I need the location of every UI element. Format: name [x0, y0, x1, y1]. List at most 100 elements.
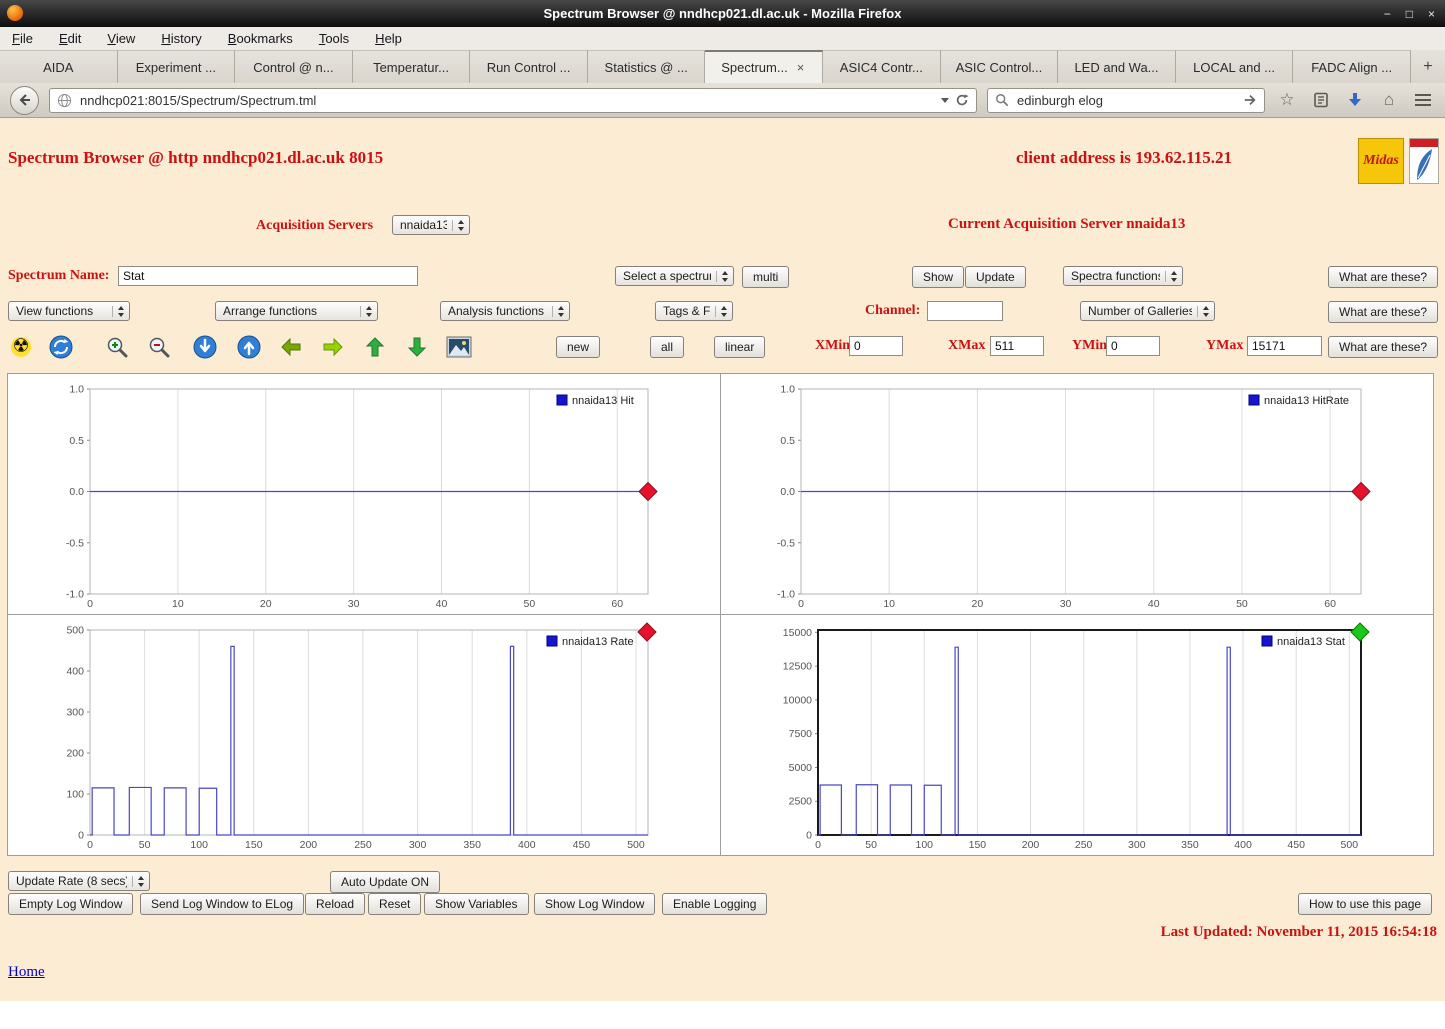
move-left-icon[interactable] [278, 334, 304, 360]
move-down-icon[interactable] [404, 334, 430, 360]
send-log-window-button[interactable]: Send Log Window to ELog [140, 893, 305, 915]
client-address: client address is 193.62.115.21 [1016, 148, 1232, 167]
what-are-these-button-2[interactable]: What are these? [1328, 301, 1439, 323]
arrange-functions-select[interactable]: Arrange functions [215, 301, 378, 321]
tcl-feather-icon [1417, 149, 1432, 180]
minimize-button[interactable]: − [1384, 7, 1391, 21]
url-bar[interactable] [49, 87, 977, 113]
hitrate-chart: 0 10 20 30 40 50 60 1.0 0.5 0.0 -0.5 -1.0 nnaida13 H… [777, 384, 1371, 610]
xmin-input[interactable] [849, 336, 903, 356]
menu-history[interactable]: History [161, 31, 201, 46]
scroll-up-icon[interactable] [236, 334, 262, 360]
bookmarks-icon[interactable] [1309, 88, 1333, 112]
ymax-label: YMax [1206, 338, 1244, 353]
tab-temperature[interactable]: Temperatur... [352, 50, 471, 83]
home-icon[interactable]: ⌂ [1377, 88, 1401, 112]
url-dropdown-icon[interactable] [941, 97, 949, 103]
tab-asic4[interactable]: ASIC4 Contr... [823, 50, 941, 83]
back-button[interactable] [10, 85, 39, 115]
tab-local[interactable]: LOCAL and ... [1175, 50, 1294, 83]
search-bar[interactable] [987, 87, 1265, 113]
tab-control[interactable]: Control @ n... [235, 50, 353, 83]
what-are-these-button-1[interactable]: What are these? [1328, 266, 1439, 288]
update-button[interactable]: Update [965, 266, 1026, 288]
ymin-input[interactable] [1106, 336, 1160, 356]
snapshot-icon[interactable] [446, 334, 472, 360]
tab-spectrum-active[interactable]: Spectrum... × [705, 50, 824, 83]
move-right-icon[interactable] [320, 334, 346, 360]
chart-panel-stat[interactable]: 0 50 100 150 200 250 300 350 400 450 500 0 2500 5000 7… [720, 614, 1434, 856]
acquisition-server-select[interactable]: nnaida13 [392, 215, 470, 235]
chart-panel-rate[interactable]: 0 50 100 150 200 250 300 350 400 450 500 0 100 200 300… [7, 614, 721, 856]
what-are-these-button-3[interactable]: What are these? [1328, 336, 1439, 358]
tab-led[interactable]: LED and Wa... [1058, 50, 1176, 83]
svg-text:7500: 7500 [789, 728, 813, 740]
show-variables-button[interactable]: Show Variables [424, 893, 529, 915]
select-spinner-icon [552, 305, 566, 317]
hit-chart: 0 10 20 30 40 50 60 1.0 0.5 0.0 -0.5 -1.0 nnaida13 H… [66, 384, 658, 610]
maximize-button[interactable]: □ [1406, 7, 1413, 21]
tab-fadc[interactable]: FADC Align ... [1293, 50, 1411, 83]
menu-edit[interactable]: Edit [59, 31, 81, 46]
channel-input[interactable] [927, 301, 1003, 321]
home-link[interactable]: Home [8, 964, 45, 981]
menu-help[interactable]: Help [375, 31, 402, 46]
radiation-icon[interactable]: ☢ [8, 334, 34, 360]
new-tab-button[interactable]: + [1410, 50, 1445, 83]
menu-icon[interactable] [1411, 88, 1435, 112]
multi-button[interactable]: multi [742, 266, 790, 288]
new-button[interactable]: new [556, 336, 601, 358]
zoom-in-icon[interactable] [104, 334, 130, 360]
select-spinner-icon [112, 305, 126, 317]
svg-text:nnaida13 HitRate: nnaida13 HitRate [1264, 395, 1349, 407]
menu-bookmarks[interactable]: Bookmarks [228, 31, 293, 46]
xmax-input[interactable] [990, 336, 1044, 356]
download-icon[interactable] [1343, 88, 1367, 112]
tab-experiment[interactable]: Experiment ... [117, 50, 236, 83]
tab-aida[interactable]: AIDA [0, 50, 118, 83]
svg-text:200: 200 [300, 839, 318, 851]
update-rate-select[interactable]: Update Rate (8 secs) [8, 871, 150, 891]
menu-file[interactable]: File [12, 31, 33, 46]
linear-button[interactable]: linear [714, 336, 766, 358]
empty-log-window-button[interactable]: Empty Log Window [8, 893, 134, 915]
menu-view[interactable]: View [107, 31, 135, 46]
number-of-galleries-select[interactable]: Number of Galleries [1080, 301, 1215, 321]
tab-asic-control[interactable]: ASIC Control... [940, 50, 1059, 83]
analysis-functions-select[interactable]: Analysis functions [440, 301, 570, 321]
tab-statistics[interactable]: Statistics @ ... [587, 50, 706, 83]
select-a-spectrum-select[interactable]: Select a spectrum [615, 266, 734, 286]
menu-tools[interactable]: Tools [319, 31, 349, 46]
ymin-label: YMin [1072, 338, 1107, 353]
search-input[interactable] [1015, 91, 1237, 109]
zoom-out-icon[interactable] [146, 334, 172, 360]
refresh-icon[interactable] [48, 334, 74, 360]
auto-update-button[interactable]: Auto Update ON [330, 871, 441, 893]
reset-button[interactable]: Reset [368, 893, 422, 915]
chart-panel-hit[interactable]: 0 10 20 30 40 50 60 1.0 0.5 0.0 -0.5 -1.0 nnaida13 H… [7, 373, 721, 615]
search-go-icon[interactable] [1243, 93, 1257, 107]
tab-run-control[interactable]: Run Control ... [470, 50, 588, 83]
tab-close-icon[interactable]: × [795, 60, 807, 75]
star-icon[interactable]: ☆ [1275, 88, 1299, 112]
move-up-icon[interactable] [362, 334, 388, 360]
how-to-use-button[interactable]: How to use this page [1298, 893, 1433, 915]
tags-fits-select[interactable]: Tags & Fits [655, 301, 733, 321]
svg-text:350: 350 [463, 839, 481, 851]
close-button[interactable]: × [1428, 7, 1435, 21]
view-functions-select[interactable]: View functions [8, 301, 130, 321]
ymax-input[interactable] [1247, 336, 1322, 356]
window-titlebar[interactable]: Spectrum Browser @ nndhcp021.dl.ac.uk - … [0, 0, 1445, 27]
svg-text:40: 40 [1148, 598, 1160, 610]
show-button[interactable]: Show [912, 266, 965, 288]
enable-logging-button[interactable]: Enable Logging [662, 893, 768, 915]
show-log-window-button[interactable]: Show Log Window [534, 893, 656, 915]
reload-icon[interactable] [955, 93, 969, 107]
scroll-down-icon[interactable] [192, 334, 218, 360]
reload-button[interactable]: Reload [305, 893, 366, 915]
url-input[interactable] [78, 91, 935, 109]
all-button[interactable]: all [650, 336, 685, 358]
chart-panel-hitrate[interactable]: 0 10 20 30 40 50 60 1.0 0.5 0.0 -0.5 -1.0 nnaida13 H… [720, 373, 1434, 615]
spectra-functions-select[interactable]: Spectra functions [1063, 266, 1183, 286]
spectrum-name-input[interactable] [118, 266, 418, 286]
